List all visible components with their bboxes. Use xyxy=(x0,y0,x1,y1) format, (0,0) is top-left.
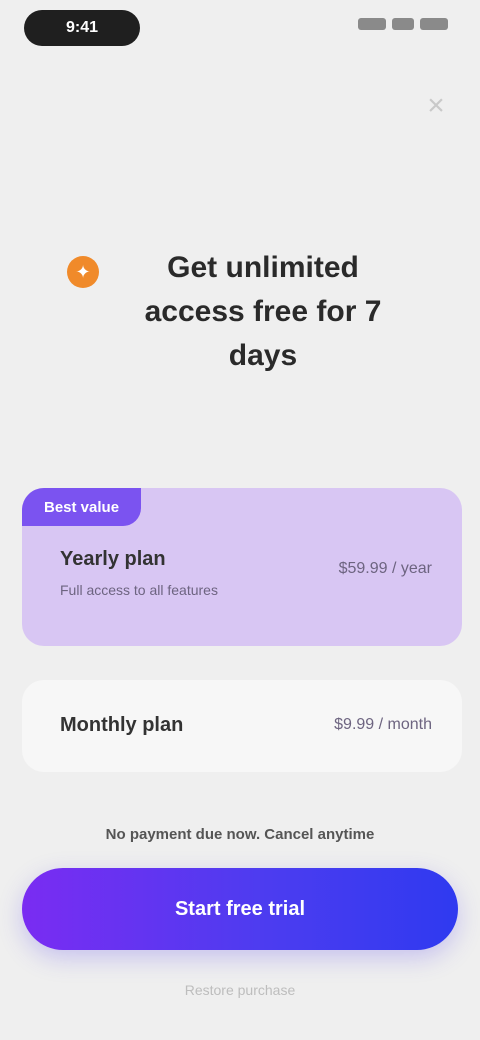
plan-price-monthly: $9.99 / month xyxy=(334,716,432,733)
battery-icon xyxy=(420,18,448,30)
restore-purchase-link[interactable]: Restore purchase xyxy=(0,982,480,998)
close-button[interactable]: × xyxy=(416,86,456,126)
status-bar: 9:41 xyxy=(0,0,480,60)
status-icons xyxy=(358,18,448,30)
sparkle-icon: ✦ xyxy=(67,256,99,288)
headline-text: Get unlimited access free for 7 days xyxy=(144,251,382,372)
plan-card-yearly[interactable]: Best value Yearly plan Full access to al… xyxy=(22,488,462,646)
headline: ✦ Get unlimited access free for 7 days xyxy=(40,246,440,378)
start-trial-button[interactable]: Start free trial xyxy=(22,868,458,950)
trial-note: No payment due now. Cancel anytime xyxy=(105,826,375,843)
plan-description-yearly: Full access to all features xyxy=(60,582,218,598)
best-value-badge: Best value xyxy=(22,488,142,526)
wifi-icon xyxy=(392,18,414,30)
plan-name-yearly: Yearly plan xyxy=(60,548,166,570)
plan-card-monthly[interactable]: Monthly plan $9.99 / month xyxy=(22,680,462,772)
close-icon: × xyxy=(427,89,445,122)
plan-name-monthly: Monthly plan xyxy=(60,714,184,736)
status-time: 9:41 xyxy=(24,10,140,46)
plan-price-yearly: $59.99 / year xyxy=(338,560,432,577)
signal-icon xyxy=(358,18,386,30)
paywall-screen: 9:41 × ✦ Get unlimited access free for 7… xyxy=(0,0,480,1040)
